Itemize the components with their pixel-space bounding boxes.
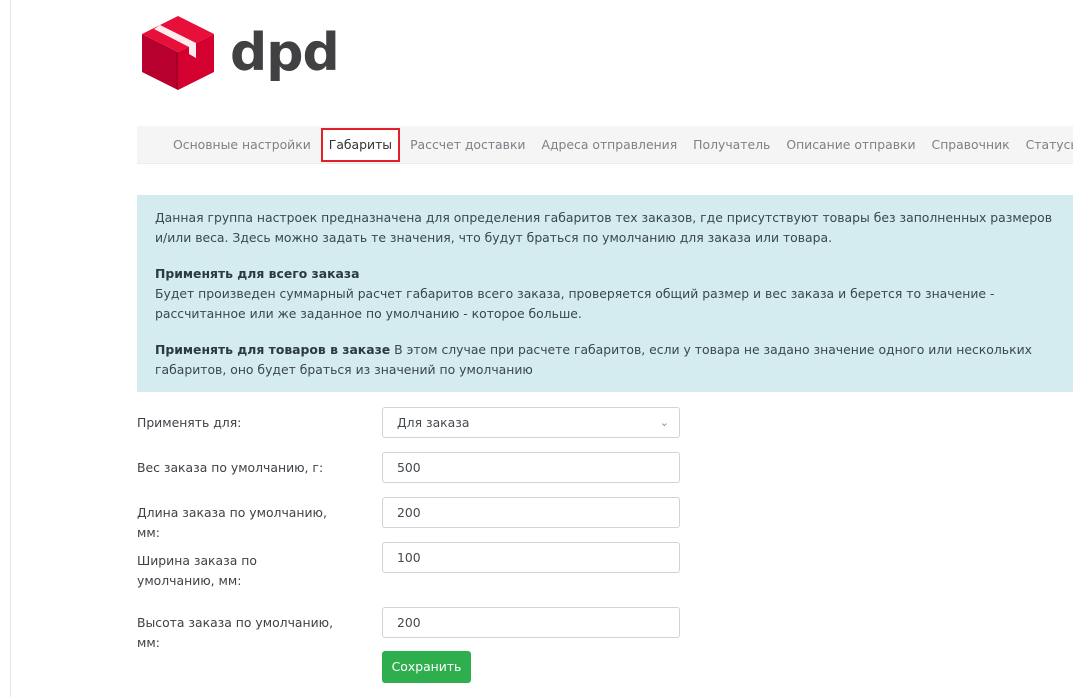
width-input[interactable]: 100 (382, 542, 680, 573)
tab-recipient[interactable]: Получатель (685, 135, 778, 155)
info-box: Данная группа настроек предназначена для… (137, 195, 1073, 392)
tab-directory[interactable]: Справочник (924, 135, 1018, 155)
dpd-cube-icon (142, 16, 214, 90)
apply-for-select[interactable]: Для заказа ⌄ (382, 407, 680, 438)
height-label: Высота заказа по умолчанию, мм: (137, 615, 334, 650)
chevron-down-icon: ⌄ (659, 416, 669, 429)
info-goods-title: Применять для товаров в заказе (155, 342, 391, 357)
tab-delivery-calc[interactable]: Рассчет доставки (402, 135, 533, 155)
height-input[interactable]: 200 (382, 607, 680, 638)
tab-shipment-description[interactable]: Описание отправки (778, 135, 923, 155)
tab-statuses[interactable]: Статусы (1018, 135, 1073, 155)
length-input[interactable]: 200 (382, 497, 680, 528)
tab-main-settings[interactable]: Основные настройки (165, 135, 319, 155)
dpd-logo: dpd (140, 12, 340, 94)
apply-for-value: Для заказа (397, 415, 470, 430)
info-goods-section: Применять для товаров в заказе В этом сл… (155, 340, 1053, 380)
save-button[interactable]: Сохранить (382, 651, 471, 683)
info-intro: Данная группа настроек предназначена для… (155, 210, 1053, 245)
tab-sender-addresses[interactable]: Адреса отправления (533, 135, 685, 155)
weight-label: Вес заказа по умолчанию, г: (137, 460, 324, 475)
settings-tabs: Основные настройки Габариты Рассчет дост… (137, 126, 1073, 164)
apply-for-label: Применять для: (137, 415, 242, 430)
info-order-text: Будет произведен суммарный расчет габари… (155, 286, 995, 321)
width-label: Ширина заказа по умолчанию, мм: (137, 553, 257, 588)
length-label: Длина заказа по умолчанию, мм: (137, 505, 327, 540)
logo-text: dpd (230, 23, 340, 83)
info-order-title: Применять для всего заказа (155, 266, 360, 281)
weight-input[interactable]: 500 (382, 452, 680, 483)
page-left-border (10, 0, 11, 697)
tab-dimensions[interactable]: Габариты (320, 127, 401, 162)
info-order-section: Применять для всего заказа Будет произве… (155, 264, 1053, 324)
